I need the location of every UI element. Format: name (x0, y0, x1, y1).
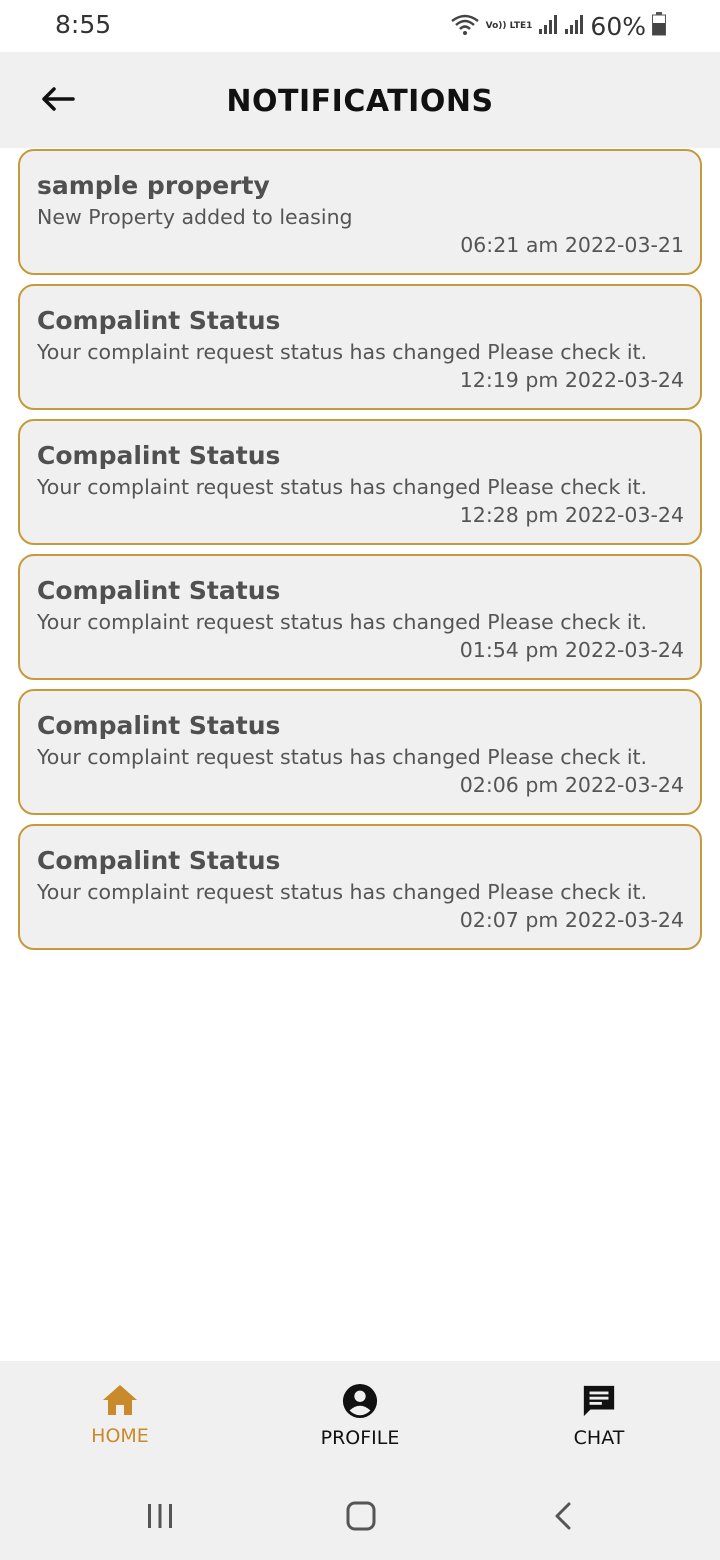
chevron-left-icon (553, 1501, 573, 1536)
notification-title: Compalint Status (37, 441, 281, 470)
recent-apps-button[interactable] (130, 1498, 190, 1538)
notification-message: Your complaint request status has change… (37, 880, 648, 904)
notification-card[interactable]: Compalint Status Your complaint request … (18, 284, 702, 410)
battery-icon (652, 11, 666, 41)
notification-timestamp: 01:54 pm 2022-03-24 (459, 638, 684, 662)
notification-title: Compalint Status (37, 711, 281, 740)
notification-timestamp: 02:06 pm 2022-03-24 (459, 773, 684, 797)
nav-chat[interactable]: CHAT (519, 1383, 679, 1463)
notification-title: Compalint Status (37, 576, 281, 605)
notification-title: sample property (37, 171, 270, 200)
nav-chat-label: CHAT (573, 1427, 625, 1449)
notification-card[interactable]: Compalint Status Your complaint request … (18, 824, 702, 950)
app-header: NOTIFICATIONS (0, 52, 720, 148)
nav-profile[interactable]: PROFILE (280, 1383, 440, 1463)
nav-home-label: HOME (91, 1425, 149, 1447)
notification-message: Your complaint request status has change… (37, 610, 648, 634)
notification-card[interactable]: Compalint Status Your complaint request … (18, 419, 702, 545)
notification-title: Compalint Status (37, 306, 281, 335)
recent-apps-icon (146, 1502, 174, 1535)
notification-card[interactable]: Compalint Status Your complaint request … (18, 554, 702, 680)
nav-profile-label: PROFILE (320, 1427, 400, 1449)
home-icon (40, 1383, 200, 1417)
page-title: NOTIFICATIONS (226, 84, 494, 119)
account-circle-icon (280, 1383, 440, 1419)
system-navigation-bar (0, 1474, 720, 1560)
system-home-button[interactable] (331, 1498, 391, 1538)
bottom-navigation: HOME PROFILE CHAT (0, 1361, 720, 1474)
system-back-button[interactable] (533, 1498, 593, 1538)
nav-home[interactable]: HOME (40, 1383, 200, 1463)
rounded-square-icon (346, 1501, 376, 1536)
notification-message: Your complaint request status has change… (37, 475, 648, 499)
battery-percent: 60% (590, 11, 646, 41)
wifi-icon (450, 12, 480, 41)
notification-timestamp: 02:07 pm 2022-03-24 (459, 908, 684, 932)
chat-icon (519, 1383, 679, 1419)
notification-message: Your complaint request status has change… (37, 745, 648, 769)
status-icons: Vo)) LTE1 60% (450, 10, 666, 42)
notification-timestamp: 06:21 am 2022-03-21 (460, 233, 684, 257)
network-type-label: Vo)) LTE1 (485, 21, 533, 31)
notification-message: New Property added to leasing (37, 205, 353, 229)
notification-list: sample property New Property added to le… (18, 149, 702, 959)
notification-timestamp: 12:19 pm 2022-03-24 (459, 368, 684, 392)
signal-icon (538, 13, 558, 40)
status-bar: 8:55 Vo)) LTE1 60% (0, 0, 720, 52)
notification-title: Compalint Status (37, 846, 281, 875)
signal-icon-2 (564, 13, 584, 40)
status-time: 8:55 (55, 10, 112, 39)
notification-card[interactable]: Compalint Status Your complaint request … (18, 689, 702, 815)
notification-timestamp: 12:28 pm 2022-03-24 (459, 503, 684, 527)
notification-card[interactable]: sample property New Property added to le… (18, 149, 702, 275)
notification-message: Your complaint request status has change… (37, 340, 648, 364)
